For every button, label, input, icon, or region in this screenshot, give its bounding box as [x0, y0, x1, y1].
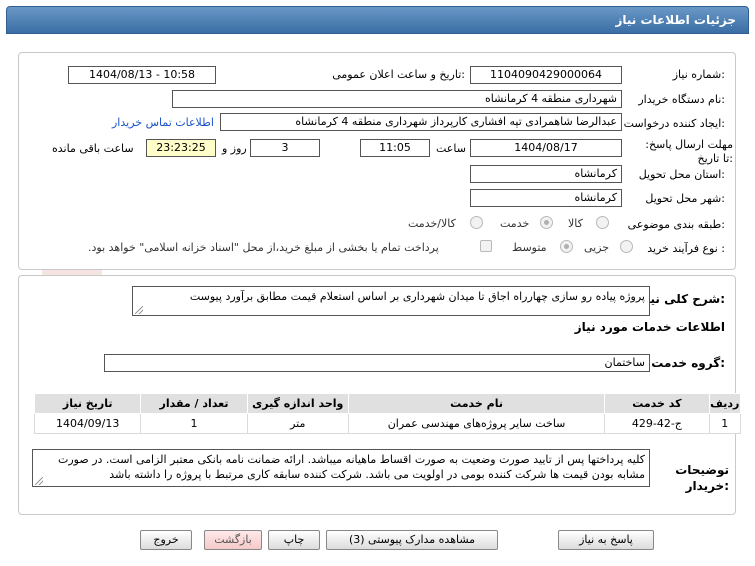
cell-unit: متر: [246, 413, 349, 434]
process-option-medium-label: متوسط: [512, 241, 547, 254]
view-attachments-button[interactable]: مشاهده مدارک پیوستی (3): [326, 530, 498, 550]
buyer-notes-label: توضیحات خریدار:: [675, 463, 729, 493]
description-label: شرح کلی نیاز:: [639, 292, 725, 306]
page-header: جزئیات اطلاعات نیاز: [6, 6, 749, 34]
remaining-time-field: 23:23:25: [146, 139, 216, 157]
need-info-panel: [18, 52, 736, 270]
creator-field: عبدالرضا شاهمرادی تپه افشاری کارپرداز شه…: [220, 113, 622, 131]
process-option-minor-radio[interactable]: [620, 240, 633, 253]
col-header-need-date: تاریخ نیاز: [33, 393, 142, 414]
category-option-service-radio[interactable]: [540, 216, 553, 229]
deadline-label: مهلت ارسال پاسخ: تا تاریخ:: [645, 138, 733, 165]
page-title: جزئیات اطلاعات نیاز: [615, 13, 736, 27]
process-option-medium-radio[interactable]: [560, 240, 573, 253]
service-group-label: گروه خدمت:: [651, 356, 725, 370]
process-type-label: نوع فرآیند خرید :: [647, 242, 725, 255]
description-text: پروژه پیاده رو سازی چهارراه اجاق تا میدا…: [189, 290, 645, 303]
category-option-service-label: خدمت: [500, 217, 530, 230]
services-title: اطلاعات خدمات مورد نیاز: [574, 320, 725, 334]
resize-grip-icon[interactable]: [35, 477, 43, 485]
deadline-hour-label: ساعت: [436, 142, 466, 155]
description-textarea: پروژه پیاده رو سازی چهارراه اجاق تا میدا…: [132, 286, 650, 316]
province-field: کرمانشاه: [470, 165, 622, 183]
days-remaining-field: 3: [250, 139, 320, 157]
table-row: 1 ج-42-429 ساخت سایر پروژه‌های مهندسی عم…: [33, 413, 741, 434]
category-option-goods-label: کالا: [568, 217, 583, 230]
category-label: طبقه بندی موضوعی:: [627, 218, 725, 231]
col-header-quantity: تعداد / مقدار: [140, 393, 248, 414]
announce-date-label: تاریخ و ساعت اعلان عمومی:: [332, 68, 465, 81]
remaining-time-label: ساعت باقی مانده: [52, 142, 134, 155]
category-option-goods-radio[interactable]: [596, 216, 609, 229]
cell-need-date: 1404/09/13: [33, 413, 142, 434]
category-option-both-radio[interactable]: [470, 216, 483, 229]
services-table-header-row: ردیف کد خدمت نام خدمت واحد اندازه گیری ت…: [33, 393, 741, 414]
service-group-field: ساختمان: [104, 354, 650, 372]
deadline-time-field: 11:05: [360, 139, 430, 157]
back-button[interactable]: بازگشت: [204, 530, 262, 550]
cell-service-name: ساخت سایر پروژه‌های مهندسی عمران: [347, 413, 606, 434]
city-field: کرمانشاه: [470, 189, 622, 207]
announce-date-field: 1404/08/13 - 10:58: [68, 66, 216, 84]
category-option-both-label: کالا/خدمت: [408, 217, 456, 230]
treasury-payment-checkbox[interactable]: [480, 240, 492, 252]
reply-button[interactable]: پاسخ به نیاز: [558, 530, 654, 550]
days-label: روز و: [222, 142, 247, 155]
cell-quantity: 1: [140, 413, 248, 434]
buyer-notes-text: کلیه پرداختها پس از تایید صورت وضعیت به …: [58, 453, 645, 481]
treasury-payment-note: پرداخت تمام یا بخشی از مبلغ خرید،از محل …: [88, 241, 439, 254]
cell-service-code: ج-42-429: [604, 413, 710, 434]
buyer-contact-link[interactable]: اطلاعات تماس خریدار: [112, 116, 214, 129]
need-number-field: 1104090429000064: [470, 66, 622, 84]
buyer-notes-textarea: کلیه پرداختها پس از تایید صورت وضعیت به …: [32, 449, 650, 487]
need-number-label: شماره نیاز:: [672, 68, 725, 81]
cell-row-number: 1: [708, 413, 741, 434]
services-table: ردیف کد خدمت نام خدمت واحد اندازه گیری ت…: [33, 393, 741, 434]
buyer-org-field: شهرداری منطقه 4 کرمانشاه: [172, 90, 622, 108]
col-header-row-number: ردیف: [708, 393, 741, 414]
col-header-unit: واحد اندازه گیری: [246, 393, 349, 414]
col-header-service-code: کد خدمت: [604, 393, 710, 414]
resize-grip-icon[interactable]: [135, 306, 143, 314]
creator-label: ایجاد کننده درخواست:: [623, 117, 725, 130]
col-header-service-name: نام خدمت: [347, 393, 606, 414]
deadline-date-field: 1404/08/17: [470, 139, 622, 157]
print-button[interactable]: چاپ: [268, 530, 320, 550]
buyer-org-label: نام دستگاه خریدار:: [638, 93, 725, 106]
city-label: شهر محل تحویل:: [645, 192, 725, 205]
province-label: استان محل تحویل:: [638, 168, 725, 181]
process-option-minor-label: جزیی: [584, 241, 610, 254]
exit-button[interactable]: خروج: [140, 530, 192, 550]
